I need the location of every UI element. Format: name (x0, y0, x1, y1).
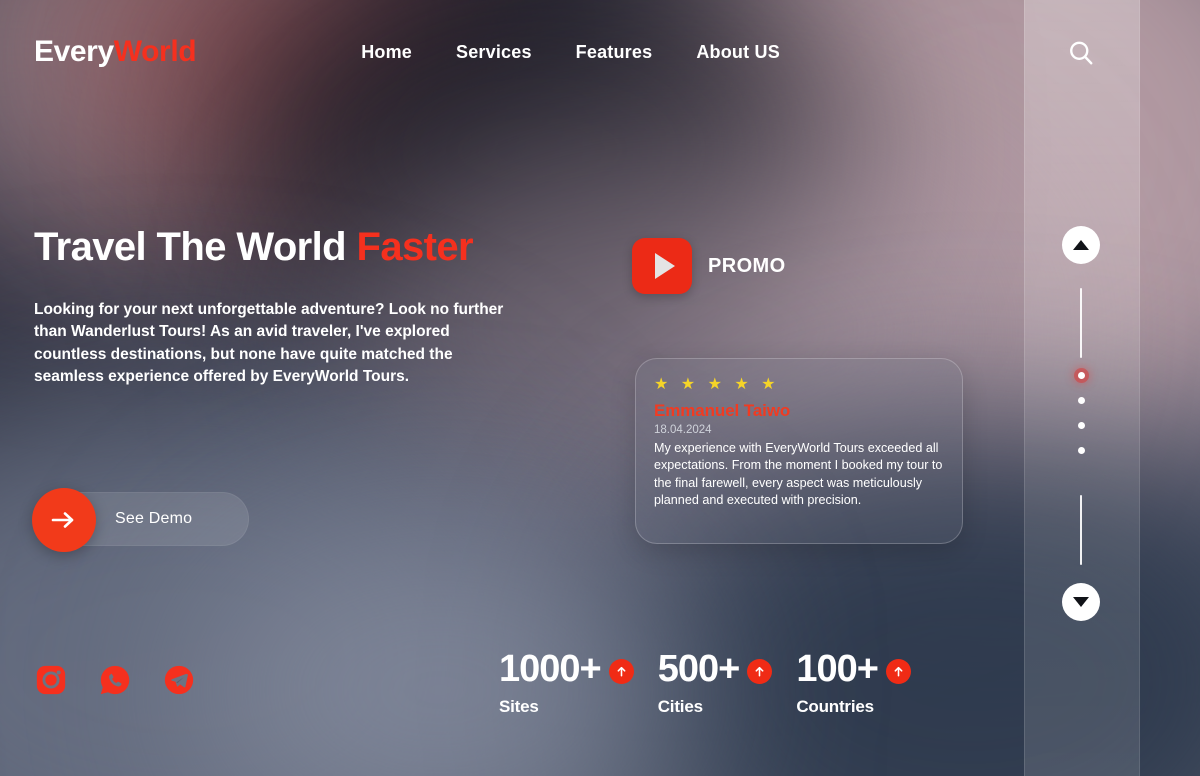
social-links (34, 663, 196, 697)
rail-dot-2[interactable] (1077, 397, 1085, 404)
page-title: Travel The World Faster (34, 225, 534, 269)
page-root: EveryWorld Home Services Features About … (0, 0, 1200, 776)
stat-value-row: 100+ (796, 650, 911, 688)
triangle-down-glyph (1073, 597, 1089, 607)
brand-logo[interactable]: EveryWorld (34, 35, 197, 69)
promo-label: PROMO (708, 254, 786, 277)
rail-dot-4[interactable] (1077, 447, 1085, 454)
testimonial-author: Emmanuel Taiwo (654, 401, 791, 420)
whatsapp-icon[interactable] (98, 663, 132, 697)
stat-label: Cities (657, 697, 703, 716)
stats-row: 1000+ Sites 500+ Cities 100+ Countries (499, 650, 911, 717)
search-icon[interactable] (1060, 32, 1102, 74)
site-header: EveryWorld Home Services Features About … (0, 0, 1012, 104)
testimonial-body: My experience with EveryWorld Tours exce… (654, 441, 943, 508)
see-demo-button[interactable]: See Demo (32, 488, 249, 552)
stat-value-row: 500+ (658, 650, 773, 688)
brand-logo-first: Every (34, 35, 114, 68)
hero-title-accent: Faster (356, 225, 473, 269)
testimonial-date: 18.04.2024 (654, 424, 712, 436)
rail-dot-3[interactable] (1077, 422, 1085, 429)
see-demo-label: See Demo (115, 510, 193, 527)
main-nav: Home Services Features About US (361, 42, 780, 63)
stat-item-cities: 500+ Cities (658, 650, 773, 717)
nav-item-features[interactable]: Features (576, 42, 653, 63)
stat-value: 100+ (796, 648, 879, 690)
stat-value: 500+ (657, 648, 741, 690)
brand-logo-second: World (113, 35, 197, 68)
rail-track-top (1080, 288, 1082, 358)
triangle-up-icon[interactable] (1062, 226, 1100, 264)
arrow-right-icon (32, 488, 96, 552)
play-triangle (654, 253, 675, 279)
stat-value-row: 1000+ (499, 650, 634, 688)
rail-track-bottom (1080, 495, 1082, 565)
rating-stars: ★ ★ ★ ★ ★ (654, 376, 780, 393)
arrow-up-icon (608, 658, 634, 684)
triangle-up-glyph (1073, 240, 1089, 250)
bg-blob-sheen-bottom (180, 520, 700, 776)
hero-section: Travel The World Faster Looking for your… (34, 225, 534, 389)
nav-item-services[interactable]: Services (456, 42, 532, 63)
rail-dot-1[interactable] (1077, 372, 1085, 379)
stat-label: Countries (796, 697, 874, 716)
hero-title-main: Travel The World (34, 225, 357, 269)
instagram-icon[interactable] (34, 663, 68, 697)
arrow-up-icon (885, 658, 911, 684)
triangle-down-icon[interactable] (1062, 583, 1100, 621)
play-icon (632, 238, 692, 294)
stat-value: 1000+ (499, 648, 602, 690)
stat-label: Sites (499, 697, 539, 716)
right-rail (1010, 0, 1200, 776)
telegram-icon[interactable] (162, 663, 196, 697)
hero-paragraph: Looking for your next unforgettable adve… (34, 301, 504, 386)
nav-item-about-us[interactable]: About US (696, 42, 780, 63)
promo-button[interactable]: PROMO (632, 238, 786, 294)
testimonial-card: ★ ★ ★ ★ ★ Emmanuel Taiwo 18.04.2024 My e… (635, 358, 963, 544)
nav-item-home[interactable]: Home (361, 42, 412, 63)
stat-item-countries: 100+ Countries (796, 650, 911, 717)
rail-pagination-dots (1070, 372, 1092, 454)
arrow-up-icon (747, 658, 773, 684)
bg-blob-slate-lowerleft (0, 380, 560, 776)
stat-item-sites: 1000+ Sites (499, 650, 634, 717)
